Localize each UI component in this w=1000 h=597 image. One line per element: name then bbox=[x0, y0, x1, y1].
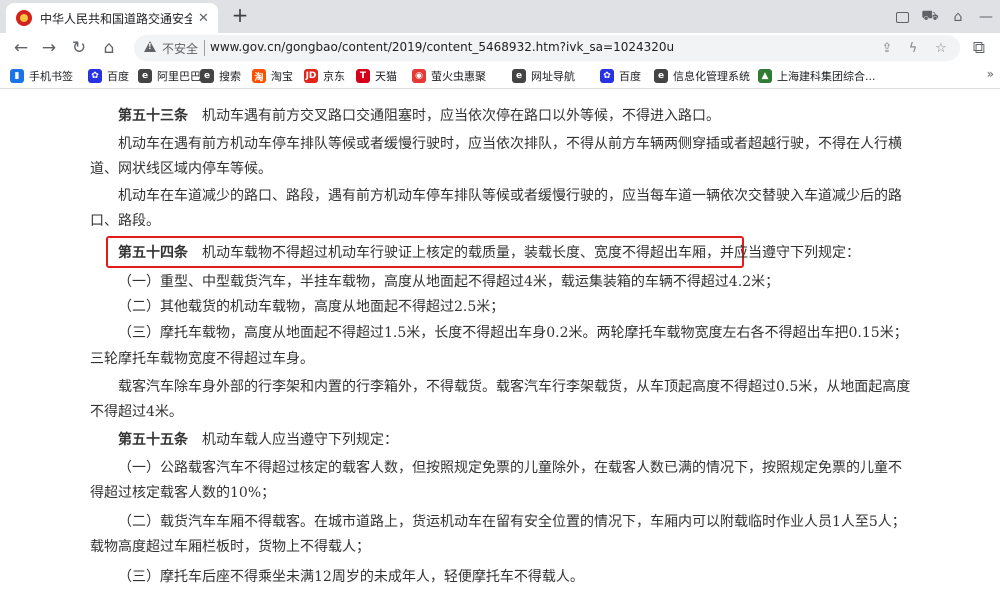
bookmark-item[interactable]: ▮ 手机书签 bbox=[10, 67, 73, 85]
article-paragraph: 载客汽车除车身外部的行李架和内置的行李箱外，不得载货。载客汽车行李架载货，从车顶… bbox=[118, 379, 911, 395]
bookmark-item[interactable]: ◉ 萤火虫惠聚 bbox=[412, 67, 486, 85]
bookmark-item[interactable]: 淘淘宝 bbox=[252, 67, 293, 85]
minimize-icon[interactable]: — bbox=[976, 7, 996, 27]
bookmark-item[interactable]: JD 京东 bbox=[304, 67, 345, 85]
globe-icon: e bbox=[654, 69, 668, 83]
warning-icon[interactable] bbox=[144, 41, 156, 52]
lightning-icon[interactable]: ϟ bbox=[904, 39, 922, 57]
company-icon: ▲ bbox=[758, 69, 772, 83]
tab-search-icon[interactable] bbox=[892, 7, 912, 27]
divider bbox=[204, 40, 205, 56]
tab-title: 中华人民共和国道路交通安全法实施条例 bbox=[40, 11, 192, 26]
bookmark-label: 淘宝 bbox=[271, 70, 293, 83]
tmall-icon: T bbox=[356, 69, 370, 83]
article-paragraph: 机动车在遇有前方机动车停车排队等候或者缓慢行驶时，应当依次排队，不得从前方车辆两… bbox=[118, 136, 902, 152]
bookmark-item[interactable]: ✿ 百度 bbox=[600, 67, 641, 85]
baidu-icon: ✿ bbox=[600, 69, 614, 83]
share-icon[interactable]: ⇪ bbox=[878, 39, 896, 57]
bookmarks-bar: » ▮ 手机书签 ✿ 百度 e 阿里巴巴 e 搜索淘淘宝 JD 京东 T 天猫 ◉ 萤火虫惠聚 e 网址导航 ✿… bbox=[0, 63, 1000, 89]
bookmark-label: 百度 bbox=[619, 70, 641, 83]
shirt-icon[interactable]: ⌂ bbox=[948, 7, 968, 27]
bookmark-label: 萤火虫惠聚 bbox=[431, 70, 486, 83]
bookmark-icon: ▮ bbox=[10, 69, 24, 83]
article-paragraph: 第五十五条 机动车载人应当遵守下列规定： bbox=[118, 432, 398, 448]
bookmark-label: 网址导航 bbox=[531, 70, 575, 83]
article-paragraph: （三）摩托车载物，高度从地面起不得超过1.5米，长度不得超出车身0.2米。两轮摩… bbox=[118, 325, 908, 341]
baidu-icon: ✿ bbox=[88, 69, 102, 83]
emblem-icon bbox=[16, 10, 32, 26]
bookmark-item[interactable]: e 搜索 bbox=[200, 67, 241, 85]
article-paragraph: 口、路段。 bbox=[90, 213, 160, 229]
alibaba-icon: e bbox=[138, 69, 152, 83]
back-button[interactable]: ← bbox=[10, 37, 32, 59]
nav-icon: e bbox=[512, 69, 526, 83]
article-paragraph: 机动车在车道减少的路口、路段，遇有前方机动车停车排队等候或者缓慢行驶的，应当每车… bbox=[118, 188, 902, 204]
extensions-icon[interactable]: ⧉ bbox=[968, 37, 990, 59]
star-icon[interactable]: ☆ bbox=[932, 39, 950, 57]
browser-toolbar: ← → ↻ ⌂ 不安全 www.gov.cn/gongbao/content/2… bbox=[0, 33, 1000, 63]
browser-tab[interactable]: 中华人民共和国道路交通安全法实施条例 ✕ bbox=[6, 3, 218, 33]
article-paragraph: （二）其他载货的机动车载物，高度从地面起不得超过2.5米； bbox=[118, 299, 505, 315]
bookmark-item[interactable]: T 天猫 bbox=[356, 67, 397, 85]
bookmark-item[interactable]: e 阿里巴巴 bbox=[138, 67, 201, 85]
bookmark-label: 百度 bbox=[107, 70, 129, 83]
url-text[interactable]: www.gov.cn/gongbao/content/2019/content_… bbox=[210, 40, 674, 54]
bookmark-label: 天猫 bbox=[375, 70, 397, 83]
article-paragraph: （二）载货汽车车厢不得载客。在城市道路上，货运机动车在留有安全位置的情况下，车厢… bbox=[118, 514, 906, 530]
firefly-icon: ◉ bbox=[412, 69, 426, 83]
article-paragraph: （一）公路载客汽车不得超过核定的载客人数，但按照规定免票的儿童除外，在载客人数已… bbox=[118, 460, 902, 476]
bookmark-item[interactable]: e 信息化管理系统 bbox=[654, 67, 750, 85]
article-paragraph: 载物高度超过车厢栏板时，货物上不得载人； bbox=[90, 539, 370, 555]
article-paragraph: 道、网状线区域内停车等候。 bbox=[90, 161, 272, 177]
article-paragraph: 第五十四条 机动车载物不得超过机动车行驶证上核定的载质量，装载长度、宽度不得超出… bbox=[118, 245, 860, 261]
bookmark-label: 信息化管理系统 bbox=[673, 70, 750, 83]
bookmark-label: 手机书签 bbox=[29, 70, 73, 83]
close-icon[interactable]: ✕ bbox=[198, 11, 209, 26]
jd-icon: JD bbox=[304, 69, 318, 83]
bookmark-label: 上海建科集团综合... bbox=[777, 70, 876, 83]
article-paragraph: 得超过核定载客人数的10%； bbox=[90, 485, 276, 501]
bookmark-label: 阿里巴巴 bbox=[157, 70, 201, 83]
bookmark-label: 搜索 bbox=[219, 70, 241, 83]
article-paragraph: 三轮摩托车载物宽度不得超过车身。 bbox=[90, 351, 314, 367]
bookmark-item[interactable]: ▲ 上海建科集团综合... bbox=[758, 67, 876, 85]
reload-button[interactable]: ↻ bbox=[68, 37, 90, 59]
article-paragraph: （一）重型、中型载货汽车，半挂车载物，高度从地面起不得超过4米，载运集装箱的车辆… bbox=[118, 274, 780, 290]
security-label[interactable]: 不安全 bbox=[162, 40, 198, 57]
new-tab-button[interactable]: + bbox=[228, 4, 252, 28]
taobao-icon: 淘 bbox=[252, 69, 266, 83]
page-content: 第五十三条 机动车遇有前方交叉路口交通阻塞时，应当依次停在路口以外等候，不得进入… bbox=[0, 89, 1000, 597]
home-button[interactable]: ⌂ bbox=[98, 37, 120, 59]
more-bookmarks-icon[interactable]: » bbox=[987, 67, 994, 81]
article-paragraph: 第五十三条 机动车遇有前方交叉路口交通阻塞时，应当依次停在路口以外等候，不得进入… bbox=[118, 108, 720, 124]
forward-button[interactable]: → bbox=[38, 37, 60, 59]
address-bar[interactable]: 不安全 www.gov.cn/gongbao/content/2019/cont… bbox=[134, 35, 960, 61]
clipped-line bbox=[90, 89, 104, 95]
article-paragraph: 不得超过4米。 bbox=[90, 404, 183, 420]
article-paragraph: （三）摩托车后座不得乘坐未满12周岁的未成年人，轻便摩托车不得载人。 bbox=[118, 569, 584, 585]
tab-strip: 中华人民共和国道路交通安全法实施条例 ✕ + ⛟ ⌂ — bbox=[0, 0, 1000, 33]
car-icon[interactable]: ⛟ bbox=[920, 7, 940, 27]
bookmark-item[interactable]: e 网址导航 bbox=[512, 67, 575, 85]
search-icon: e bbox=[200, 69, 214, 83]
bookmark-item[interactable]: ✿ 百度 bbox=[88, 67, 129, 85]
bookmark-label: 京东 bbox=[323, 70, 345, 83]
